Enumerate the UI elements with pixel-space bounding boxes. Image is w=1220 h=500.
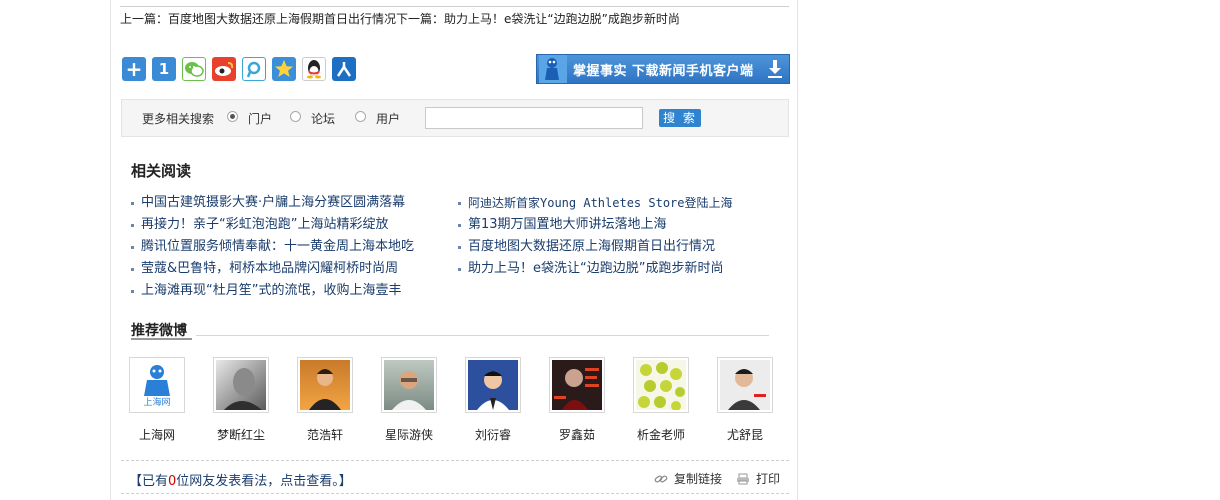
account-name[interactable]: 尤舒昆 bbox=[717, 426, 773, 443]
article-tools: 复制链接 打印 bbox=[654, 470, 780, 487]
account-name[interactable]: 刘衍睿 bbox=[465, 426, 521, 443]
related-link[interactable]: 第13期万国置地大师讲坛落地上海 bbox=[458, 214, 733, 236]
sina-weibo-icon[interactable] bbox=[212, 57, 236, 81]
related-link[interactable]: 阿迪达斯首家Young Athletes Store登陆上海 bbox=[458, 192, 733, 214]
related-list-left: 中国古建筑摄影大赛·户牖上海分赛区圆满落幕 再接力！亲子“彩虹泡泡跑”上海站精彩… bbox=[131, 192, 414, 302]
comments-suffix: 位网友发表看法，点击查看。】 bbox=[176, 474, 352, 489]
copy-link-button[interactable]: 复制链接 bbox=[674, 470, 722, 487]
avatar[interactable] bbox=[213, 357, 269, 413]
radio-forum-label: 论坛 bbox=[311, 112, 336, 126]
account-name[interactable]: 范浩轩 bbox=[297, 426, 353, 443]
account-name[interactable]: 星际游侠 bbox=[381, 426, 437, 443]
related-reading-title: 相关阅读 bbox=[131, 162, 192, 180]
print-icon bbox=[737, 473, 750, 484]
account-name[interactable]: 析金老师 bbox=[633, 426, 689, 443]
avatar[interactable]: 上海网 bbox=[129, 357, 185, 413]
account-name[interactable]: 罗鑫茹 bbox=[549, 426, 605, 443]
weibo-account[interactable]: 范浩轩 bbox=[297, 357, 381, 443]
weibo-account[interactable]: 刘衍睿 bbox=[465, 357, 549, 443]
more-share-icon[interactable]: + bbox=[122, 57, 146, 81]
search-input[interactable] bbox=[425, 107, 643, 129]
avatar[interactable] bbox=[297, 357, 353, 413]
related-link[interactable]: 莹蔻&巴鲁特，柯桥本地品牌闪耀柯桥时尚周 bbox=[131, 258, 414, 280]
print-button[interactable]: 打印 bbox=[756, 470, 780, 487]
qq-icon[interactable] bbox=[302, 57, 326, 81]
comments-link[interactable]: 【已有0位网友发表看法，点击查看。】 bbox=[129, 470, 352, 489]
related-link[interactable]: 腾讯位置服务倾情奉献：十一黄金周上海本地吃 bbox=[131, 236, 414, 258]
avatar[interactable] bbox=[717, 357, 773, 413]
related-link[interactable]: 助力上马！e袋洗让“边跑边脱”成跑步新时尚 bbox=[458, 258, 733, 280]
avatar[interactable] bbox=[381, 357, 437, 413]
avatar[interactable] bbox=[465, 357, 521, 413]
related-link[interactable]: 上海滩再现“杜月笙”式的流氓，收购上海壹丰 bbox=[131, 280, 414, 302]
download-app-banner[interactable]: 掌握事实 下载新闻手机客户端 bbox=[536, 54, 790, 84]
related-list-right: 阿迪达斯首家Young Athletes Store登陆上海 第13期万国置地大… bbox=[458, 192, 733, 280]
weibo-account[interactable]: 罗鑫茹 bbox=[549, 357, 633, 443]
recommended-weibo-title: 推荐微博 bbox=[131, 323, 187, 339]
account-name[interactable]: 上海网 bbox=[129, 426, 185, 443]
radio-forum[interactable] bbox=[290, 111, 301, 122]
divider bbox=[196, 335, 769, 336]
comments-prefix: 【已有 bbox=[129, 474, 169, 489]
account-name[interactable]: 梦断红尘 bbox=[213, 426, 269, 443]
mascot-icon bbox=[539, 55, 567, 83]
related-link[interactable]: 百度地图大数据还原上海假期首日出行情况 bbox=[458, 236, 733, 258]
download-banner-text: 掌握事实 下载新闻手机客户端 bbox=[573, 63, 754, 79]
weibo-account[interactable]: 上海网 上海网 bbox=[129, 357, 213, 443]
weibo-account[interactable]: 尤舒昆 bbox=[717, 357, 801, 443]
title-underline bbox=[131, 338, 192, 340]
qzone-icon[interactable] bbox=[272, 57, 296, 81]
prev-next-links[interactable]: 上一篇：百度地图大数据还原上海假期首日出行情况下一篇：助力上马！e袋洗让“边跑边… bbox=[120, 10, 680, 27]
related-link[interactable]: 中国古建筑摄影大赛·户牖上海分赛区圆满落幕 bbox=[131, 192, 414, 214]
search-button[interactable]: 搜 索 bbox=[659, 109, 701, 127]
logo-text: 上海网 bbox=[143, 398, 171, 408]
tencent-weibo-icon[interactable] bbox=[242, 57, 266, 81]
divider bbox=[121, 493, 789, 494]
radio-portal[interactable] bbox=[227, 111, 238, 122]
avatar[interactable] bbox=[549, 357, 605, 413]
search-label: 更多相关搜索 bbox=[142, 112, 215, 126]
weibo-account[interactable]: 星际游侠 bbox=[381, 357, 465, 443]
wechat-icon[interactable] bbox=[182, 57, 206, 81]
share-1-icon[interactable]: 1 bbox=[152, 57, 176, 81]
divider bbox=[120, 6, 789, 7]
renren-icon[interactable] bbox=[332, 57, 356, 81]
weibo-account[interactable]: 梦断红尘 bbox=[213, 357, 297, 443]
download-icon bbox=[768, 60, 782, 78]
avatar[interactable] bbox=[633, 357, 689, 413]
radio-portal-label: 门户 bbox=[248, 112, 273, 126]
share-bar: + 1 bbox=[122, 57, 356, 81]
link-icon bbox=[654, 475, 668, 482]
related-link[interactable]: 再接力！亲子“彩虹泡泡跑”上海站精彩绽放 bbox=[131, 214, 414, 236]
weibo-account[interactable]: 析金老师 bbox=[633, 357, 717, 443]
related-search-box: 更多相关搜索 门户 论坛 用户 搜 索 bbox=[121, 99, 789, 137]
radio-user[interactable] bbox=[355, 111, 366, 122]
radio-user-label: 用户 bbox=[376, 112, 401, 126]
divider bbox=[121, 460, 789, 461]
weibo-accounts: 上海网 上海网 梦断红尘 范浩轩 星际游侠 刘衍睿 罗鑫茹 析金老师 尤舒昆 bbox=[129, 357, 801, 443]
